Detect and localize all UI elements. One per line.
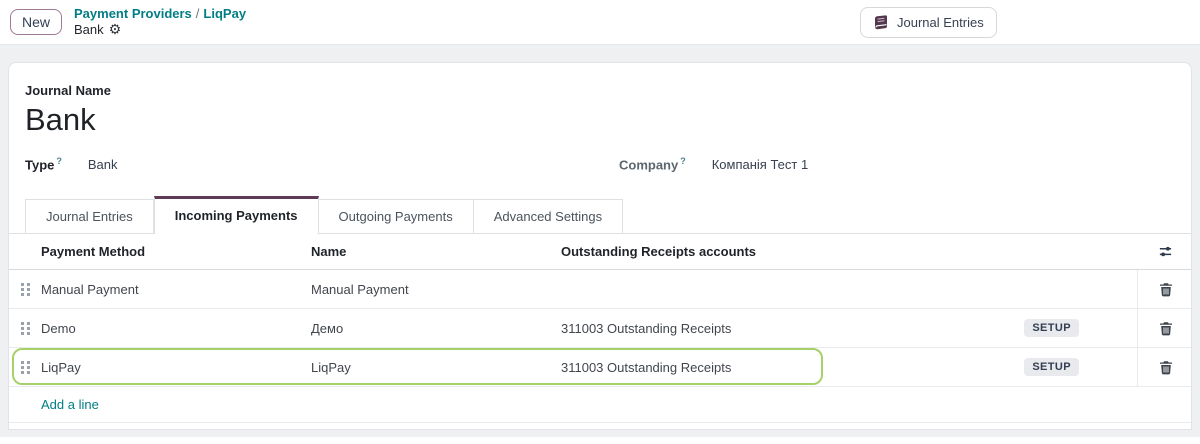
column-header-name[interactable]: Name: [311, 234, 561, 269]
trash-icon[interactable]: [1159, 282, 1173, 297]
type-value[interactable]: Bank: [88, 157, 118, 172]
outstanding-accounts-cell[interactable]: 311003 Outstanding Receipts: [561, 348, 823, 386]
journal-entries-button-label: Journal Entries: [897, 15, 984, 30]
add-line-row: Add a line: [9, 387, 1191, 424]
breadcrumb-parent-link[interactable]: Payment Providers: [74, 6, 192, 21]
outstanding-accounts-cell[interactable]: 311003 Outstanding Receipts: [561, 309, 823, 347]
column-header-payment-method[interactable]: Payment Method: [41, 234, 311, 269]
optional-columns-icon[interactable]: [1158, 244, 1173, 259]
trash-icon[interactable]: [1159, 321, 1173, 336]
payment-method-cell[interactable]: Manual Payment: [41, 270, 311, 308]
breadcrumb-record-name: Bank: [74, 22, 104, 37]
journal-name-value[interactable]: Bank: [25, 100, 1175, 140]
setup-badge[interactable]: SETUP: [1024, 319, 1079, 338]
form-sheet: Journal Name Bank Type? Bank Company? Ко…: [8, 62, 1192, 430]
outstanding-accounts-cell[interactable]: [561, 270, 823, 308]
breadcrumb: Payment Providers / LiqPay Bank ⚙: [74, 6, 246, 39]
footer-area: [0, 437, 1200, 444]
payment-method-cell[interactable]: LiqPay: [41, 348, 311, 386]
tab-advanced-settings[interactable]: Advanced Settings: [473, 199, 624, 234]
name-cell[interactable]: Manual Payment: [311, 270, 561, 308]
table-row[interactable]: Manual Payment Manual Payment: [9, 270, 1191, 310]
drag-handle-icon[interactable]: [20, 360, 30, 374]
journal-entries-button[interactable]: Journal Entries: [860, 7, 997, 38]
book-icon: [873, 14, 889, 31]
tab-outgoing-payments[interactable]: Outgoing Payments: [318, 199, 474, 234]
payment-methods-table-header: Payment Method Name Outstanding Receipts…: [9, 234, 1191, 271]
new-button[interactable]: New: [10, 9, 63, 35]
drag-handle-icon[interactable]: [20, 282, 30, 296]
table-row[interactable]: Demo Демо 311003 Outstanding Receipts SETUP: [9, 309, 1191, 349]
company-help-icon: ?: [680, 156, 686, 166]
payment-method-cell[interactable]: Demo: [41, 309, 311, 347]
handle-column-header: [9, 234, 41, 269]
trash-icon[interactable]: [1159, 360, 1173, 375]
column-header-outstanding[interactable]: Outstanding Receipts accounts: [561, 234, 823, 269]
type-label: Type?: [25, 156, 62, 173]
name-cell[interactable]: LiqPay: [311, 348, 561, 386]
company-value-link[interactable]: Компанія Тест 1: [712, 157, 808, 172]
add-a-line-link[interactable]: Add a line: [41, 397, 99, 412]
type-help-icon: ?: [56, 156, 62, 166]
top-control-bar: New Payment Providers / LiqPay Bank ⚙ Jour…: [0, 0, 1200, 45]
tab-incoming-payments[interactable]: Incoming Payments: [153, 196, 319, 235]
drag-handle-icon[interactable]: [20, 321, 30, 335]
setup-column-header: [823, 234, 1137, 269]
setup-badge[interactable]: SETUP: [1024, 358, 1079, 377]
gear-icon[interactable]: ⚙: [109, 23, 122, 37]
company-label: Company?: [619, 156, 686, 173]
payment-method-rows: Manual Payment Manual Payment Demo Демо 3110…: [9, 270, 1191, 388]
notebook-tabs: Journal Entries Incoming Payments Outgoing…: [9, 196, 1191, 235]
journal-name-label: Journal Name: [25, 83, 111, 98]
breadcrumb-current-link[interactable]: LiqPay: [203, 6, 246, 21]
breadcrumb-separator: /: [195, 5, 200, 21]
tab-journal-entries[interactable]: Journal Entries: [25, 199, 154, 234]
name-cell[interactable]: Демо: [311, 309, 561, 347]
table-row[interactable]: LiqPay LiqPay 311003 Outstanding Receipts S…: [9, 348, 1191, 388]
